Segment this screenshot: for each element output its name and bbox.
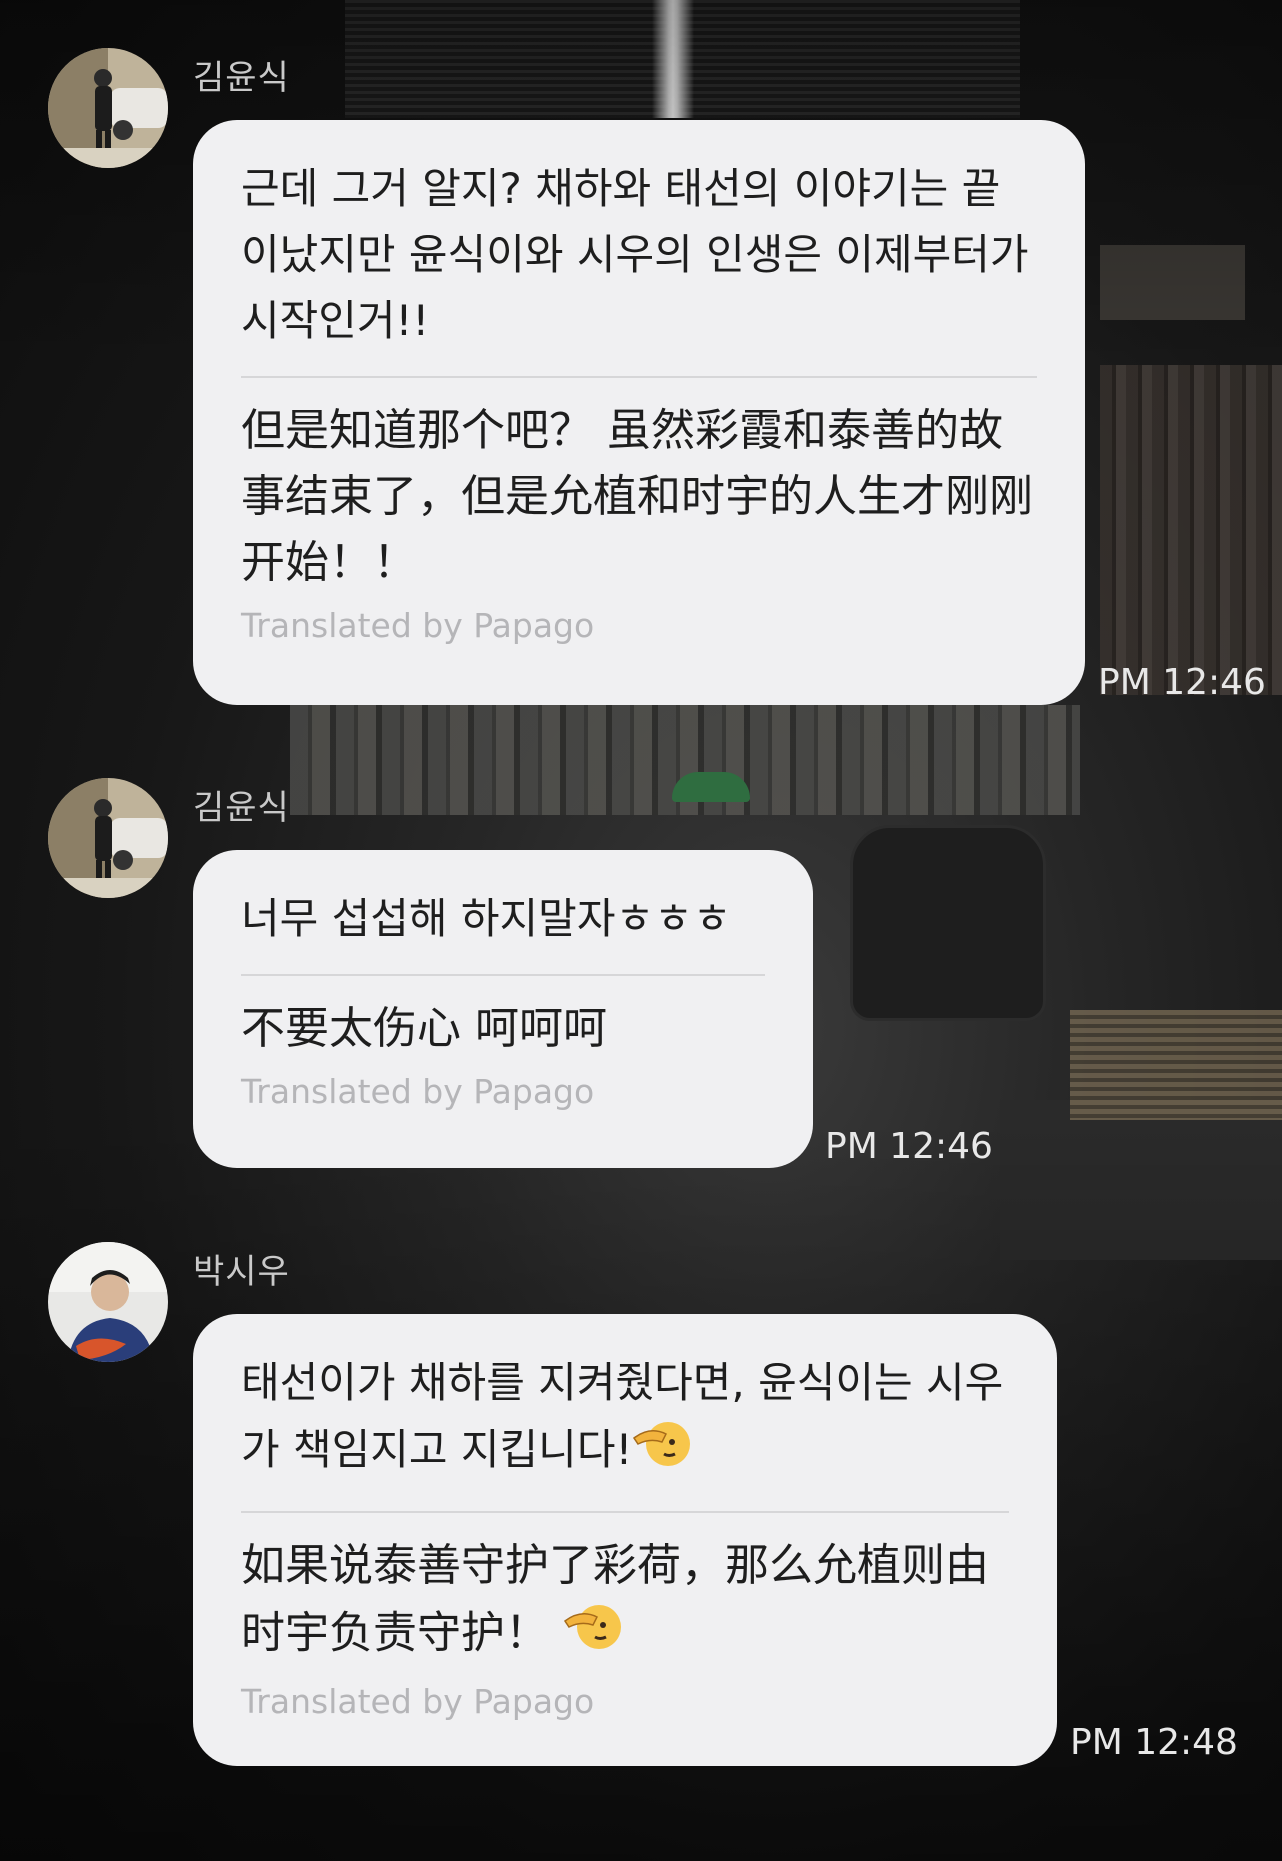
message-timestamp: PM 12:48 (1070, 1722, 1238, 1763)
message-translation-text: 但是知道那个吧？ 虽然彩霞和泰善的故事结束了，但是允植和时宇的人生才刚刚开始！！ (241, 405, 1033, 588)
sender-avatar[interactable] (48, 48, 168, 168)
translation-credit: Translated by Papago (241, 1072, 595, 1111)
translation-credit: Translated by Papago (241, 606, 595, 645)
message-bubble[interactable]: 근데 그거 알지? 채하와 태선의 이야기는 끝이났지만 윤식이와 시우의 인생… (193, 120, 1085, 705)
message-original-text: 너무 섭섭해 하지말자ㅎㅎㅎ (241, 894, 732, 943)
message-translation-text: 如果说泰善守护了彩荷，那么允植则由时宇负责守护！ (241, 1533, 1009, 1672)
translation-divider (241, 376, 1037, 378)
saluting-face-icon (632, 1416, 691, 1489)
message-bubble[interactable]: 태선이가 채하를 지켜줬다면, 윤식이는 시우가 책임지고 지킵니다! 如果说泰… (193, 1314, 1057, 1766)
translation-credit: Translated by Papago (241, 1682, 595, 1721)
message-timestamp: PM 12:46 (825, 1126, 993, 1167)
translation-divider (241, 974, 765, 976)
sender-avatar[interactable] (48, 778, 168, 898)
message-translation-text: 不要太伤心 呵呵呵 (241, 1003, 607, 1054)
sender-name: 박시우 (193, 1252, 290, 1292)
saluting-face-icon (563, 1599, 621, 1672)
message-bubble[interactable]: 너무 섭섭해 하지말자ㅎㅎㅎ 不要太伤心 呵呵呵 Translated by P… (193, 850, 813, 1168)
translation-divider (241, 1511, 1009, 1513)
sender-avatar[interactable] (48, 1242, 168, 1362)
message-original-text: 태선이가 채하를 지켜줬다면, 윤식이는 시우가 책임지고 지킵니다! (241, 1350, 1009, 1489)
message-original-content: 태선이가 채하를 지켜줬다면, 윤식이는 시우가 책임지고 지킵니다! (241, 1358, 1004, 1474)
message-timestamp: PM 12:46 (1098, 662, 1266, 703)
sender-name: 김윤식 (193, 788, 290, 828)
sender-name: 김윤식 (193, 58, 290, 98)
message-original-text: 근데 그거 알지? 채하와 태선의 이야기는 끝이났지만 윤식이와 시우의 인생… (241, 164, 1029, 345)
